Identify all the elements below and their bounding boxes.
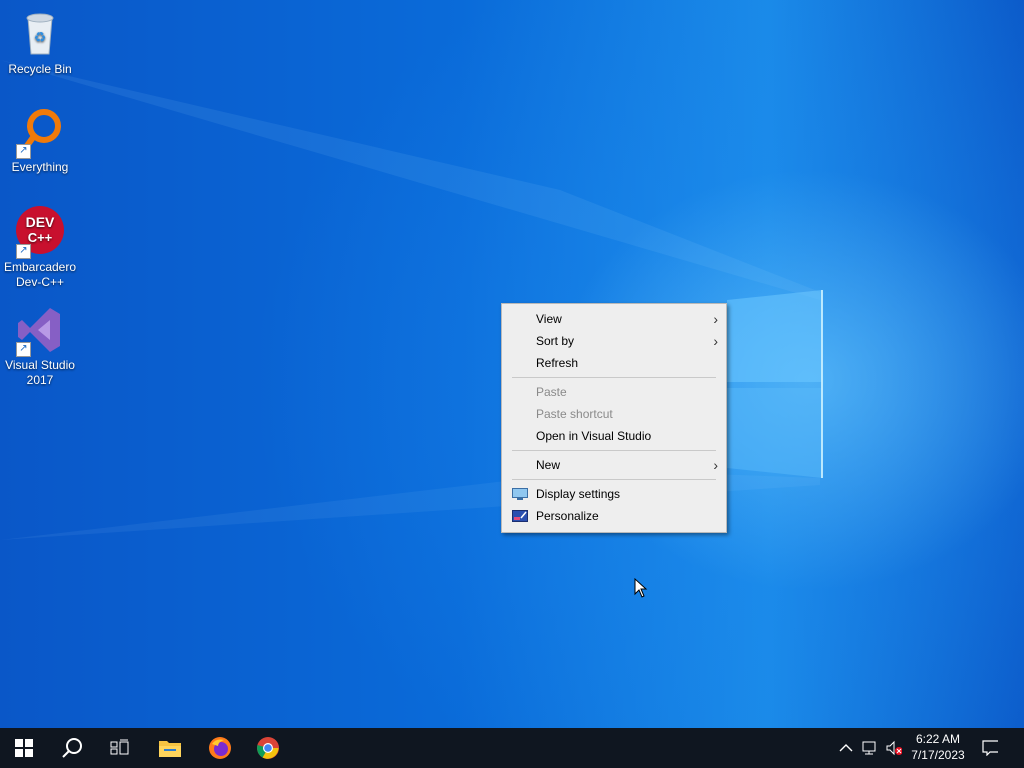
clock-time: 6:22 AM bbox=[915, 732, 961, 746]
network-button[interactable] bbox=[862, 740, 878, 756]
menu-separator bbox=[512, 479, 716, 480]
desktop-icon-label: Everything bbox=[11, 160, 69, 174]
volume-button[interactable] bbox=[886, 740, 902, 756]
firefox-button[interactable] bbox=[196, 728, 244, 768]
task-view-icon bbox=[110, 739, 129, 755]
firefox-icon bbox=[209, 737, 231, 759]
svg-text:C++: C++ bbox=[28, 230, 53, 245]
desktop-icon-devcpp[interactable]: DEV C++ ↗ Embarcadero Dev-C++ bbox=[0, 206, 80, 290]
file-explorer-icon bbox=[159, 741, 181, 757]
desktop-icon-recycle-bin[interactable]: ♻ Recycle Bin bbox=[0, 8, 80, 77]
display-settings-icon bbox=[512, 488, 528, 500]
menu-item-label: Refresh bbox=[536, 356, 579, 370]
show-hidden-icons-button[interactable] bbox=[838, 740, 854, 756]
desktop-icon-everything[interactable]: ↗ Everything bbox=[0, 106, 80, 175]
svg-text:DEV: DEV bbox=[26, 214, 55, 230]
menu-item-label: New bbox=[536, 458, 561, 472]
desktop[interactable]: ♻ Recycle Bin ↗ Everything DEV C++ ↗ Emb… bbox=[0, 0, 1024, 728]
menu-item-view[interactable]: View › bbox=[502, 308, 726, 330]
menu-separator bbox=[512, 450, 716, 451]
volume-muted-icon bbox=[886, 740, 902, 756]
personalize-icon bbox=[512, 510, 528, 522]
desktop-context-menu: View › Sort by › Refresh Paste Paste sho… bbox=[501, 303, 727, 533]
devcpp-icon: DEV C++ ↗ bbox=[14, 206, 66, 259]
mouse-cursor-icon bbox=[634, 578, 648, 598]
chevron-right-icon: › bbox=[713, 457, 718, 473]
menu-item-display-settings[interactable]: Display settings bbox=[502, 483, 726, 505]
taskbar-clock[interactable]: 6:22 AM 7/17/2023 bbox=[906, 731, 970, 763]
chevron-right-icon: › bbox=[713, 333, 718, 349]
menu-item-refresh[interactable]: Refresh bbox=[502, 352, 726, 374]
menu-separator bbox=[512, 377, 716, 378]
menu-item-label: Display settings bbox=[536, 487, 621, 501]
clock-date: 7/17/2023 bbox=[911, 748, 965, 762]
desktop-icon-visual-studio[interactable]: ↗ Visual Studio 2017 bbox=[0, 304, 80, 388]
desktop-icon-label-line1: Embarcadero bbox=[3, 260, 77, 274]
visual-studio-icon: ↗ bbox=[14, 304, 66, 357]
menu-item-label: Personalize bbox=[536, 509, 599, 523]
svg-text:♻: ♻ bbox=[34, 29, 47, 45]
start-button[interactable] bbox=[0, 728, 48, 768]
task-view-button[interactable] bbox=[96, 728, 144, 768]
menu-item-open-in-visual-studio[interactable]: Open in Visual Studio bbox=[502, 425, 726, 447]
menu-item-label: Paste shortcut bbox=[536, 407, 613, 421]
menu-item-label: Sort by bbox=[536, 334, 575, 348]
notifications-icon bbox=[982, 740, 998, 756]
recycle-bin-icon: ♻ bbox=[14, 8, 66, 60]
chrome-icon bbox=[257, 737, 279, 759]
chevron-up-icon bbox=[839, 744, 853, 752]
search-button[interactable] bbox=[48, 728, 96, 768]
menu-item-paste-shortcut: Paste shortcut bbox=[502, 403, 726, 425]
menu-item-sort-by[interactable]: Sort by › bbox=[502, 330, 726, 352]
shortcut-arrow-icon: ↗ bbox=[16, 342, 31, 357]
desktop-icon-label-line2: 2017 bbox=[26, 373, 54, 387]
menu-item-label: View bbox=[536, 312, 562, 326]
taskbar: 6:22 AM 7/17/2023 bbox=[0, 728, 1024, 768]
desktop-icon-label: Recycle Bin bbox=[8, 62, 72, 76]
start-icon bbox=[15, 739, 33, 757]
chevron-right-icon: › bbox=[713, 311, 718, 327]
file-explorer-button[interactable] bbox=[146, 728, 194, 768]
menu-item-label: Open in Visual Studio bbox=[536, 429, 652, 443]
menu-item-label: Paste bbox=[536, 385, 567, 399]
desktop-icon-label-line2: Dev-C++ bbox=[15, 275, 65, 289]
menu-item-paste: Paste bbox=[502, 381, 726, 403]
search-icon bbox=[62, 738, 82, 758]
network-icon bbox=[862, 741, 876, 755]
menu-item-personalize[interactable]: Personalize bbox=[502, 505, 726, 527]
desktop-icon-label-line1: Visual Studio bbox=[5, 358, 75, 372]
action-center-button[interactable] bbox=[982, 740, 998, 756]
shortcut-arrow-icon: ↗ bbox=[16, 144, 31, 159]
magnifier-icon: ↗ bbox=[14, 106, 66, 159]
menu-item-new[interactable]: New › bbox=[502, 454, 726, 476]
shortcut-arrow-icon: ↗ bbox=[16, 244, 31, 259]
chrome-button[interactable] bbox=[244, 728, 292, 768]
